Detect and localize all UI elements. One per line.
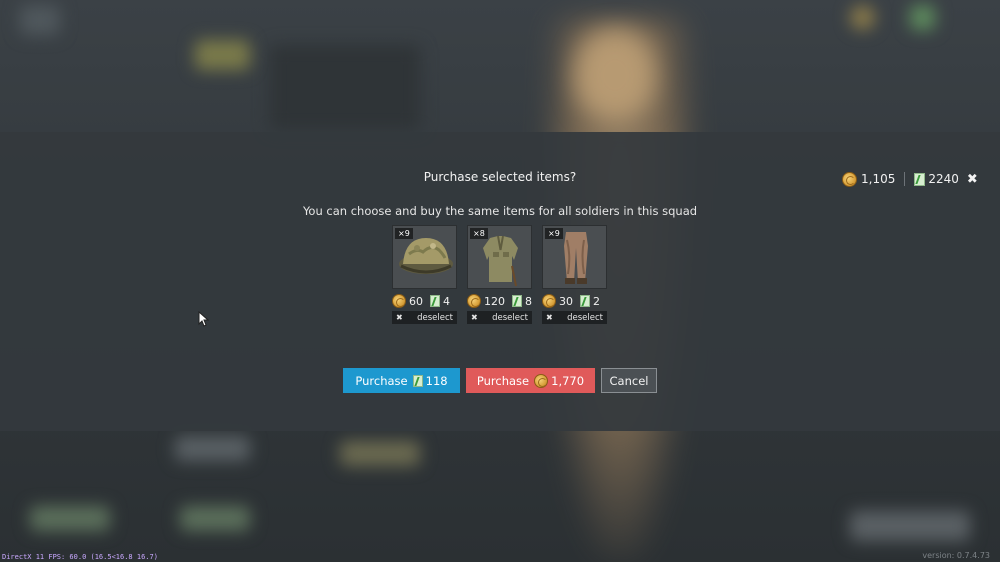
silver-coin-icon: [842, 171, 857, 187]
deselect-label: deselect: [417, 312, 453, 323]
silver-coin-icon: [534, 373, 549, 388]
purchase-with-silver-button[interactable]: Purchase 1,770: [466, 368, 595, 393]
dialog-subtitle: You can choose and buy the same items fo…: [302, 204, 698, 218]
item-ticket-price: 8: [525, 294, 532, 308]
background-bottom: [0, 431, 1000, 562]
selected-items: ×9 60 4 ✖ deselect ×8 120 8 ✖ deselect ×…: [392, 225, 607, 324]
item-card: ×8 120 8 ✖ deselect: [467, 225, 532, 324]
item-quantity: ×9: [395, 228, 413, 239]
silver-coin-icon: [392, 294, 406, 308]
background-top: [0, 0, 1000, 132]
item-prices: 30 2: [542, 291, 607, 311]
ticket-icon: [430, 295, 440, 307]
purchase-dialog: Purchase selected items? You can choose …: [0, 132, 1000, 431]
wallet-divider: [904, 172, 906, 186]
item-card: ×9 30 2 ✖ deselect: [542, 225, 607, 324]
wallet: 1,105 2240 ✖: [842, 170, 978, 188]
deselect-button[interactable]: ✖ deselect: [467, 311, 532, 324]
item-ticket-price: 2: [593, 294, 600, 308]
wallet-silver: 1,105: [861, 172, 896, 186]
ticket-icon: [580, 295, 590, 307]
purchase-label: Purchase: [355, 373, 408, 388]
ticket-icon: [512, 295, 522, 307]
deselect-label: deselect: [567, 312, 603, 323]
item-silver-price: 30: [559, 294, 573, 308]
mouse-cursor-icon: [198, 311, 210, 327]
item-image-helmet[interactable]: ×9: [392, 225, 457, 289]
purchase-with-tickets-button[interactable]: Purchase 118: [343, 368, 460, 393]
purchase-silver-total: 1,770: [551, 373, 585, 388]
item-prices: 60 4: [392, 291, 457, 311]
version-label: version: 0.7.4.73: [922, 551, 990, 560]
deselect-button[interactable]: ✖ deselect: [542, 311, 607, 324]
x-icon: ✖: [471, 313, 478, 322]
purchase-ticket-total: 118: [425, 373, 448, 388]
x-icon: ✖: [546, 313, 553, 322]
item-image-trousers[interactable]: ×9: [542, 225, 607, 289]
item-image-tunic[interactable]: ×8: [467, 225, 532, 289]
ticket-icon: [914, 172, 926, 186]
wallet-tickets: 2240: [928, 172, 959, 186]
x-icon: ✖: [396, 313, 403, 322]
item-card: ×9 60 4 ✖ deselect: [392, 225, 457, 324]
deselect-button[interactable]: ✖ deselect: [392, 311, 457, 324]
item-silver-price: 60: [409, 294, 423, 308]
item-quantity: ×9: [545, 228, 563, 239]
item-silver-price: 120: [484, 294, 505, 308]
item-quantity: ×8: [470, 228, 488, 239]
silver-coin-icon: [467, 294, 481, 308]
ticket-icon: [412, 374, 423, 387]
close-icon[interactable]: ✖: [967, 172, 978, 187]
purchase-label: Purchase: [476, 373, 530, 388]
silver-coin-icon: [542, 294, 556, 308]
fps-counter: DirectX 11 FPS: 60.0 (16.5<16.8 16.7): [2, 553, 158, 561]
cancel-button[interactable]: Cancel: [601, 368, 657, 393]
item-ticket-price: 4: [443, 294, 450, 308]
item-prices: 120 8: [467, 291, 532, 311]
deselect-label: deselect: [492, 312, 528, 323]
background-soldier-head: [575, 30, 655, 120]
